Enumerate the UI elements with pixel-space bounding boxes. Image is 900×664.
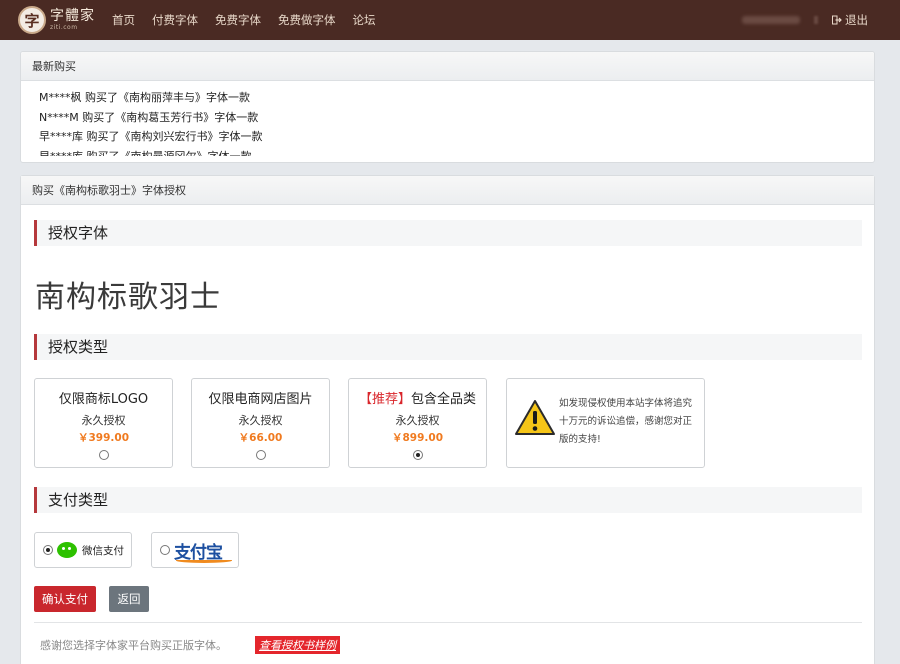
- logo-badge-icon: 字: [18, 6, 46, 34]
- recent-purchases-list: M****枫 购买了《南构丽萍丰与》字体一款 N****M 购买了《南构葛玉芳行…: [21, 81, 874, 156]
- list-item: 早****库 购买了《南构曼源冈尔》字体一款: [39, 149, 252, 157]
- recent-purchases-panel: 最新购买 M****枫 购买了《南构丽萍丰与》字体一款 N****M 购买了《南…: [20, 51, 875, 163]
- payment-option-wechat[interactable]: 微信支付: [34, 532, 132, 568]
- license-option-term: 永久授权: [395, 414, 440, 427]
- payment-type-heading: 支付类型: [34, 487, 862, 513]
- nav-link-forum[interactable]: 论坛: [353, 12, 376, 28]
- nav-link-free-fonts[interactable]: 免费字体: [215, 12, 261, 28]
- list-item: 早****库 购买了《南构刘兴宏行书》字体一款: [39, 130, 263, 143]
- license-option-price: ￥899.00: [391, 432, 444, 444]
- license-option-all[interactable]: 【推荐】包含全品类 永久授权 ￥899.00: [348, 378, 487, 468]
- payment-option-alipay[interactable]: 支付宝: [151, 532, 239, 568]
- nav-link-home[interactable]: 首页: [112, 12, 135, 28]
- license-option-radio-selected[interactable]: [412, 450, 423, 460]
- wechat-pay-label: 微信支付: [82, 544, 124, 557]
- nav-link-paid-fonts[interactable]: 付费字体: [152, 12, 198, 28]
- license-option-title: 仅限电商网店图片: [208, 392, 313, 407]
- blurred-user-badge: [814, 16, 818, 24]
- recommended-tag: 【推荐】: [358, 392, 411, 407]
- license-type-heading: 授权类型: [34, 334, 862, 360]
- font-name-preview: 南构标歌羽士: [35, 280, 221, 315]
- payment-radio-wechat[interactable]: [43, 545, 53, 555]
- confirm-payment-button[interactable]: 确认支付: [34, 586, 96, 612]
- license-option-term: 永久授权: [238, 414, 283, 427]
- infringement-warning: 如发现侵权使用本站字体将追究十万元的诉讼追偿，感谢您对正版的支持!: [506, 378, 705, 468]
- nav-links: 首页 付费字体 免费字体 免费做字体 论坛: [112, 12, 393, 28]
- wechat-icon: [57, 542, 77, 558]
- site-logo[interactable]: 字 字體家 ziti.com: [18, 3, 98, 37]
- recent-purchases-title: 最新购买: [21, 52, 874, 81]
- purchase-panel: 购买《南构标歌羽士》字体授权 授权字体 南构标歌羽士 授权类型 仅限商标LOGO…: [20, 175, 875, 664]
- nav-link-free-make-fonts[interactable]: 免费做字体: [278, 12, 336, 28]
- payment-radio-alipay[interactable]: [160, 545, 170, 555]
- view-license-sample-link[interactable]: 查看授权书样例: [255, 636, 340, 654]
- blurred-username[interactable]: [742, 16, 800, 24]
- license-option-title: 包含全品类: [411, 392, 477, 407]
- license-option-price: ￥399.00: [77, 432, 130, 444]
- sign-out-icon: [832, 15, 842, 25]
- alipay-logo-icon: 支付宝: [174, 538, 232, 563]
- font-section-heading: 授权字体: [34, 220, 862, 246]
- back-button[interactable]: 返回: [109, 586, 149, 612]
- logo-subtext: ziti.com: [50, 24, 78, 31]
- thanks-note: 感谢您选择字体家平台购买正版字体。: [40, 639, 227, 652]
- warning-text: 如发现侵权使用本站字体将追究十万元的诉讼追偿，感谢您对正版的支持!: [559, 398, 693, 445]
- logout-label: 退出: [845, 13, 868, 27]
- top-navbar: 字 字體家 ziti.com 首页 付费字体 免费字体 免费做字体 论坛 退出: [0, 0, 900, 40]
- logout-button[interactable]: 退出: [832, 12, 868, 28]
- license-option-radio[interactable]: [98, 450, 109, 460]
- license-option-ecommerce[interactable]: 仅限电商网店图片 永久授权 ￥66.00: [191, 378, 330, 468]
- purchase-title: 购买《南构标歌羽士》字体授权: [21, 176, 874, 205]
- divider: [34, 622, 862, 623]
- license-option-term: 永久授权: [81, 414, 126, 427]
- license-option-price: ￥66.00: [238, 432, 283, 444]
- list-item: N****M 购买了《南构葛玉芳行书》字体一款: [39, 110, 259, 124]
- license-option-title: 仅限商标LOGO: [58, 392, 149, 407]
- logo-name: 字體家: [50, 8, 95, 24]
- license-option-logo[interactable]: 仅限商标LOGO 永久授权 ￥399.00: [34, 378, 173, 468]
- list-item: M****枫 购买了《南构丽萍丰与》字体一款: [39, 91, 250, 104]
- license-option-radio[interactable]: [255, 450, 266, 460]
- warning-triangle-icon: [515, 400, 555, 435]
